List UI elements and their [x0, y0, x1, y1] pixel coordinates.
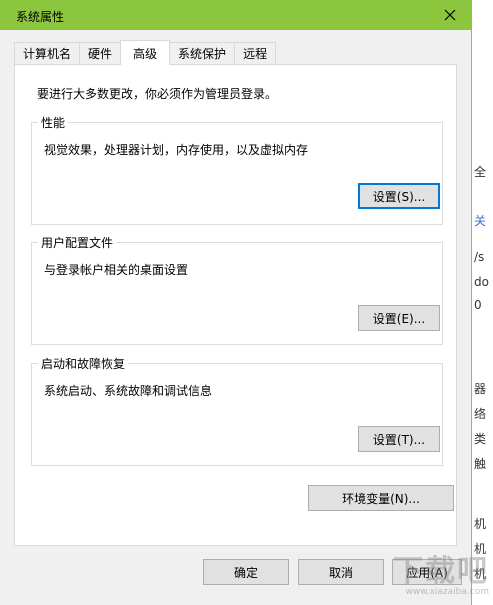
tab-advanced[interactable]: 高级 [120, 40, 171, 65]
user-profiles-description: 与登录帐户相关的桌面设置 [44, 263, 189, 277]
background-text: 关 [474, 214, 487, 228]
tab-strip: 计算机名 硬件 高级 系统保护 远程 [14, 40, 277, 65]
background-text: 机 [474, 517, 487, 531]
performance-legend: 性能 [38, 114, 69, 131]
performance-settings-button[interactable]: 设置(S)... [358, 183, 440, 209]
background-text: 器 [474, 382, 487, 396]
title-bar[interactable]: 系统属性 [0, 0, 472, 30]
user-profiles-settings-button[interactable]: 设置(E)... [358, 305, 440, 331]
tab-computer-name[interactable]: 计算机名 [14, 42, 81, 64]
background-text: do [474, 275, 489, 289]
startup-recovery-legend: 启动和故障恢复 [38, 355, 129, 372]
performance-description: 视觉效果，处理器计划，内存使用，以及虚拟内存 [44, 143, 309, 157]
watermark-logo: 下载吧 www.xiazaiba.com [393, 554, 489, 598]
startup-recovery-settings-button[interactable]: 设置(T)... [358, 426, 440, 452]
tab-remote[interactable]: 远程 [234, 42, 277, 64]
background-text: /s [474, 250, 485, 264]
startup-recovery-description: 系统启动、系统故障和调试信息 [44, 384, 213, 398]
background-text: 触 [474, 457, 487, 471]
background-window-strip: 全 关 /s do 0 器 络 类 触 机 机 机 [472, 0, 493, 605]
background-text: 络 [474, 407, 487, 421]
environment-variables-button[interactable]: 环境变量(N)... [308, 485, 454, 511]
background-text: 0 [474, 298, 482, 312]
window-title: 系统属性 [16, 10, 65, 24]
ok-button[interactable]: 确定 [203, 559, 289, 585]
background-text: 全 [474, 165, 487, 179]
user-profiles-group: 用户配置文件 与登录帐户相关的桌面设置 设置(E)... [31, 234, 443, 345]
advanced-tab-panel: 要进行大多数更改，你必须作为管理员登录。 性能 视觉效果，处理器计划，内存使用，… [14, 64, 457, 546]
close-icon [444, 9, 456, 21]
user-profiles-legend: 用户配置文件 [38, 234, 117, 251]
tab-system-protection[interactable]: 系统保护 [169, 42, 236, 64]
watermark-text: 下载吧 [393, 554, 489, 589]
background-text: 类 [474, 432, 487, 446]
cancel-button[interactable]: 取消 [298, 559, 384, 585]
watermark-url: www.xiazaiba.com [405, 587, 489, 597]
admin-note: 要进行大多数更改，你必须作为管理员登录。 [37, 87, 278, 101]
tab-hardware[interactable]: 硬件 [79, 42, 122, 64]
performance-group: 性能 视觉效果，处理器计划，内存使用，以及虚拟内存 设置(S)... [31, 114, 443, 225]
startup-recovery-group: 启动和故障恢复 系统启动、系统故障和调试信息 设置(T)... [31, 355, 443, 466]
close-button[interactable] [428, 0, 472, 30]
system-properties-dialog: 系统属性 计算机名 硬件 高级 系统保护 远程 要进行大多数更改，你必须作为管理… [0, 0, 472, 605]
